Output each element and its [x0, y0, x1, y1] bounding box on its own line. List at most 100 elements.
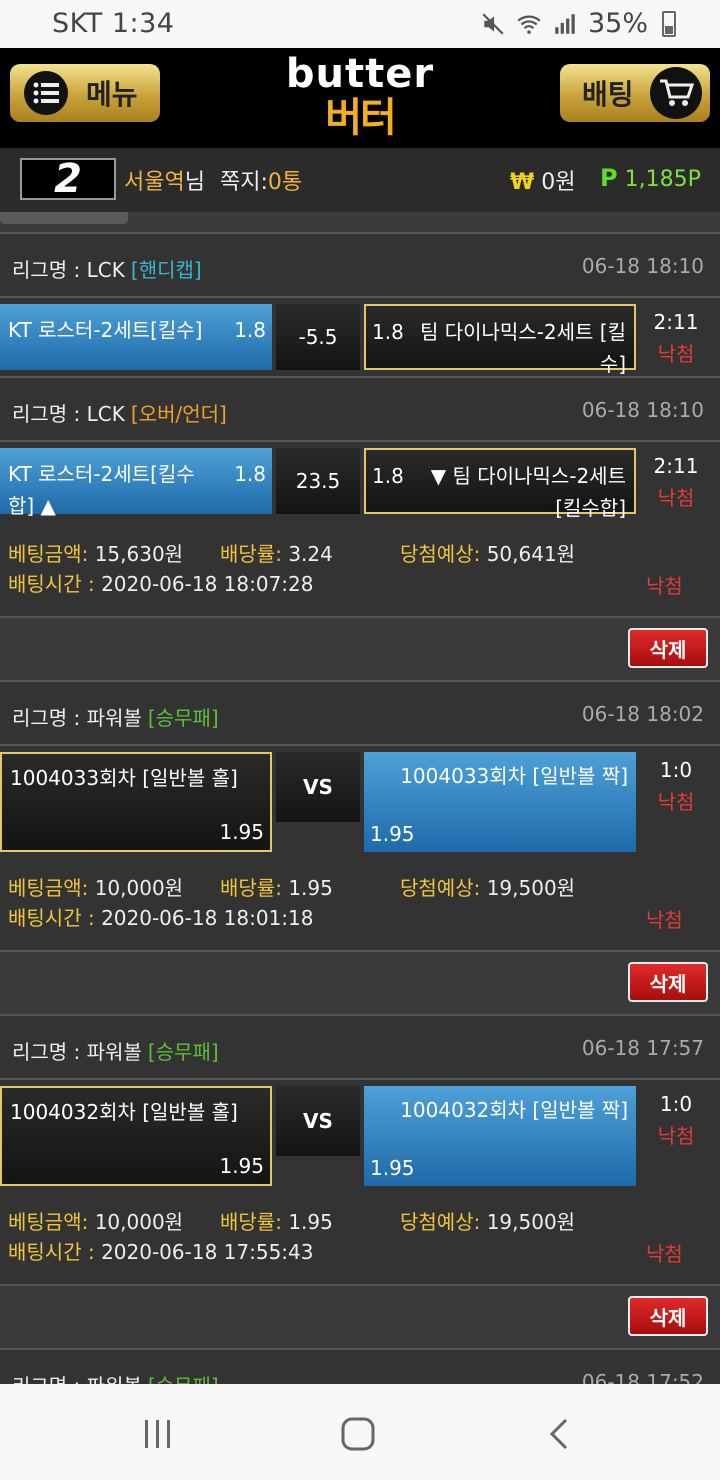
- home-odds: 1.95: [219, 1154, 264, 1178]
- bet-time: 2020-06-18 18:07:28: [101, 572, 314, 596]
- away-team-name: 팀 다이나믹스-2세트 [킬수]: [419, 320, 626, 376]
- message-label: 쪽지:: [220, 170, 268, 195]
- point-value: 1,185P: [624, 167, 701, 192]
- money-value: 0원: [541, 170, 576, 195]
- match-time: 06-18 18:10: [581, 254, 704, 278]
- expected-label: 당첨예상:: [400, 1210, 481, 1234]
- away-team-name: 1004032회차 [일반볼 짝]: [400, 1098, 628, 1122]
- bet-time-label: 배팅시간 :: [8, 906, 102, 930]
- league-name: 파워볼: [86, 1040, 142, 1064]
- delete-button[interactable]: 삭제: [628, 962, 708, 1002]
- menu-button[interactable]: 메뉴: [10, 64, 160, 122]
- league-row: 리그명 : LCK [핸디캡] 06-18 18:10: [0, 234, 720, 296]
- signal-icon: [555, 13, 575, 34]
- home-odds: 1.8: [234, 318, 266, 342]
- total-odds: 1.95: [288, 1210, 333, 1234]
- list-icon: [24, 71, 68, 115]
- away-pick: 1.8 ▼ 팀 다이나믹스-2세트 [킬수합]: [364, 448, 636, 520]
- app-header: 메뉴 butter 버터 배팅: [0, 48, 720, 148]
- status-icons: 35%: [480, 8, 676, 39]
- home-odds: 1.95: [219, 820, 264, 844]
- money-balance: ₩ 0원: [510, 164, 576, 196]
- away-team-name: 1004033회차 [일반볼 짝]: [400, 764, 628, 788]
- status-bar: SKT 1:34 35%: [0, 0, 720, 48]
- bet-amount: 15,630원: [94, 542, 184, 566]
- home-pick: KT 로스터-2세트[킬수] 1.8: [0, 304, 272, 370]
- bet-amount: 10,000원: [94, 1210, 184, 1234]
- match-time: 06-18 17:57: [581, 1036, 704, 1060]
- user-info-bar: 2 서울역님 쪽지:0통 ₩ 0원 P 1,185P: [0, 148, 720, 212]
- match-row: 1004033회차 [일반볼 홀] 1.95 VS 1004033회차 [일반볼…: [0, 746, 720, 854]
- vs-label: VS: [276, 1086, 360, 1156]
- bet-time-label: 배팅시간 :: [8, 1240, 102, 1264]
- home-icon[interactable]: [338, 1414, 378, 1454]
- bet-time: 2020-06-18 18:01:18: [101, 906, 314, 930]
- message-count-value: 0통: [267, 170, 303, 195]
- score-block: 2:11 낙첨: [640, 450, 712, 514]
- bet-summary: 베팅금액: 10,000원 배당률: 1.95 당첨예상: 19,500원 배팅…: [0, 1188, 720, 1284]
- bet-summary: 베팅금액: 15,630원 배당률: 3.24 당첨예상: 50,641원 배팅…: [0, 520, 720, 616]
- league-name: LCK: [86, 258, 125, 282]
- point-icon: P: [600, 164, 618, 192]
- home-pick: 1004032회차 [일반볼 홀] 1.95: [0, 1086, 272, 1186]
- score-block: 1:0 낙첨: [640, 754, 712, 818]
- score-block: 2:11 낙첨: [640, 306, 712, 370]
- expected-win: 50,641원: [486, 542, 576, 566]
- logo-text-en: butter: [285, 51, 435, 97]
- expected-label: 당첨예상:: [400, 876, 481, 900]
- butter-logo[interactable]: butter 버터: [270, 52, 450, 144]
- home-team-name: KT 로스터-2세트[킬수합] ▲: [8, 462, 195, 518]
- odds-label: 배당률:: [220, 1210, 282, 1234]
- odds-label: 배당률:: [220, 876, 282, 900]
- match-row: KT 로스터-2세트[킬수합] ▲ 1.8 23.5 1.8 ▼ 팀 다이나믹스…: [0, 442, 720, 520]
- delete-button[interactable]: 삭제: [628, 628, 708, 668]
- user-name-suffix: 님: [184, 170, 205, 195]
- betting-label: 배팅: [582, 78, 634, 111]
- match-result: 낙첨: [657, 342, 695, 366]
- home-team-name: KT 로스터-2세트[킬수]: [8, 318, 203, 342]
- bet-amount-label: 베팅금액:: [8, 1210, 89, 1234]
- back-icon[interactable]: [540, 1414, 580, 1454]
- expected-win: 19,500원: [486, 1210, 576, 1234]
- bet-result: 낙첨: [646, 1242, 683, 1266]
- cart-icon: [649, 67, 702, 119]
- message-count[interactable]: 쪽지:0통: [220, 164, 302, 196]
- won-icon: ₩: [510, 170, 535, 195]
- user-level-badge: 2: [20, 158, 116, 200]
- user-name[interactable]: 서울역님: [124, 164, 205, 196]
- vs-label: VS: [276, 752, 360, 822]
- bet-amount: 10,000원: [94, 876, 184, 900]
- match-score: 1:0: [659, 758, 693, 782]
- tab-stub[interactable]: [0, 212, 128, 224]
- mute-icon: [482, 12, 504, 35]
- match-result: 낙첨: [657, 790, 695, 814]
- delete-button[interactable]: 삭제: [628, 1296, 708, 1336]
- league-label: 리그명 :: [12, 402, 87, 426]
- wifi-icon: [517, 15, 541, 34]
- home-odds: 1.8: [234, 462, 266, 486]
- score-block: 1:0 낙첨: [640, 1088, 712, 1152]
- bet-type-tag: [승무패]: [147, 706, 219, 730]
- away-odds: 1.8: [372, 464, 404, 488]
- over-under-value: 23.5: [276, 448, 360, 514]
- home-pick: 1004033회차 [일반볼 홀] 1.95: [0, 752, 272, 852]
- bet-result: 낙첨: [646, 908, 683, 932]
- league-label: 리그명 :: [12, 258, 87, 282]
- match-score: 1:0: [659, 1092, 693, 1116]
- league-row: 리그명 : 파워볼 [승무패] 06-18 17:57: [0, 1016, 720, 1078]
- battery-icon: [662, 10, 676, 37]
- away-pick: 1004032회차 [일반볼 짝] 1.95: [364, 1086, 636, 1186]
- home-team-name: 1004033회차 [일반볼 홀]: [10, 766, 238, 790]
- bet-amount-label: 베팅금액:: [8, 542, 89, 566]
- total-odds: 3.24: [288, 542, 333, 566]
- app-root: SKT 1:34 35% 메뉴 butter 버터 배팅 2 서울역님 쪽지:0…: [0, 0, 720, 1480]
- match-row: KT 로스터-2세트[킬수] 1.8 -5.5 1.8 팀 다이나믹스-2세트 …: [0, 298, 720, 376]
- betting-cart-button[interactable]: 배팅: [560, 64, 710, 122]
- expected-win: 19,500원: [486, 876, 576, 900]
- bet-amount-label: 베팅금액:: [8, 876, 89, 900]
- match-row: 1004032회차 [일반볼 홀] 1.95 VS 1004032회차 [일반볼…: [0, 1080, 720, 1188]
- point-balance: P 1,185P: [600, 164, 701, 192]
- recent-apps-icon[interactable]: [138, 1414, 178, 1454]
- match-score: 2:11: [653, 454, 699, 478]
- league-label: 리그명 :: [12, 706, 87, 730]
